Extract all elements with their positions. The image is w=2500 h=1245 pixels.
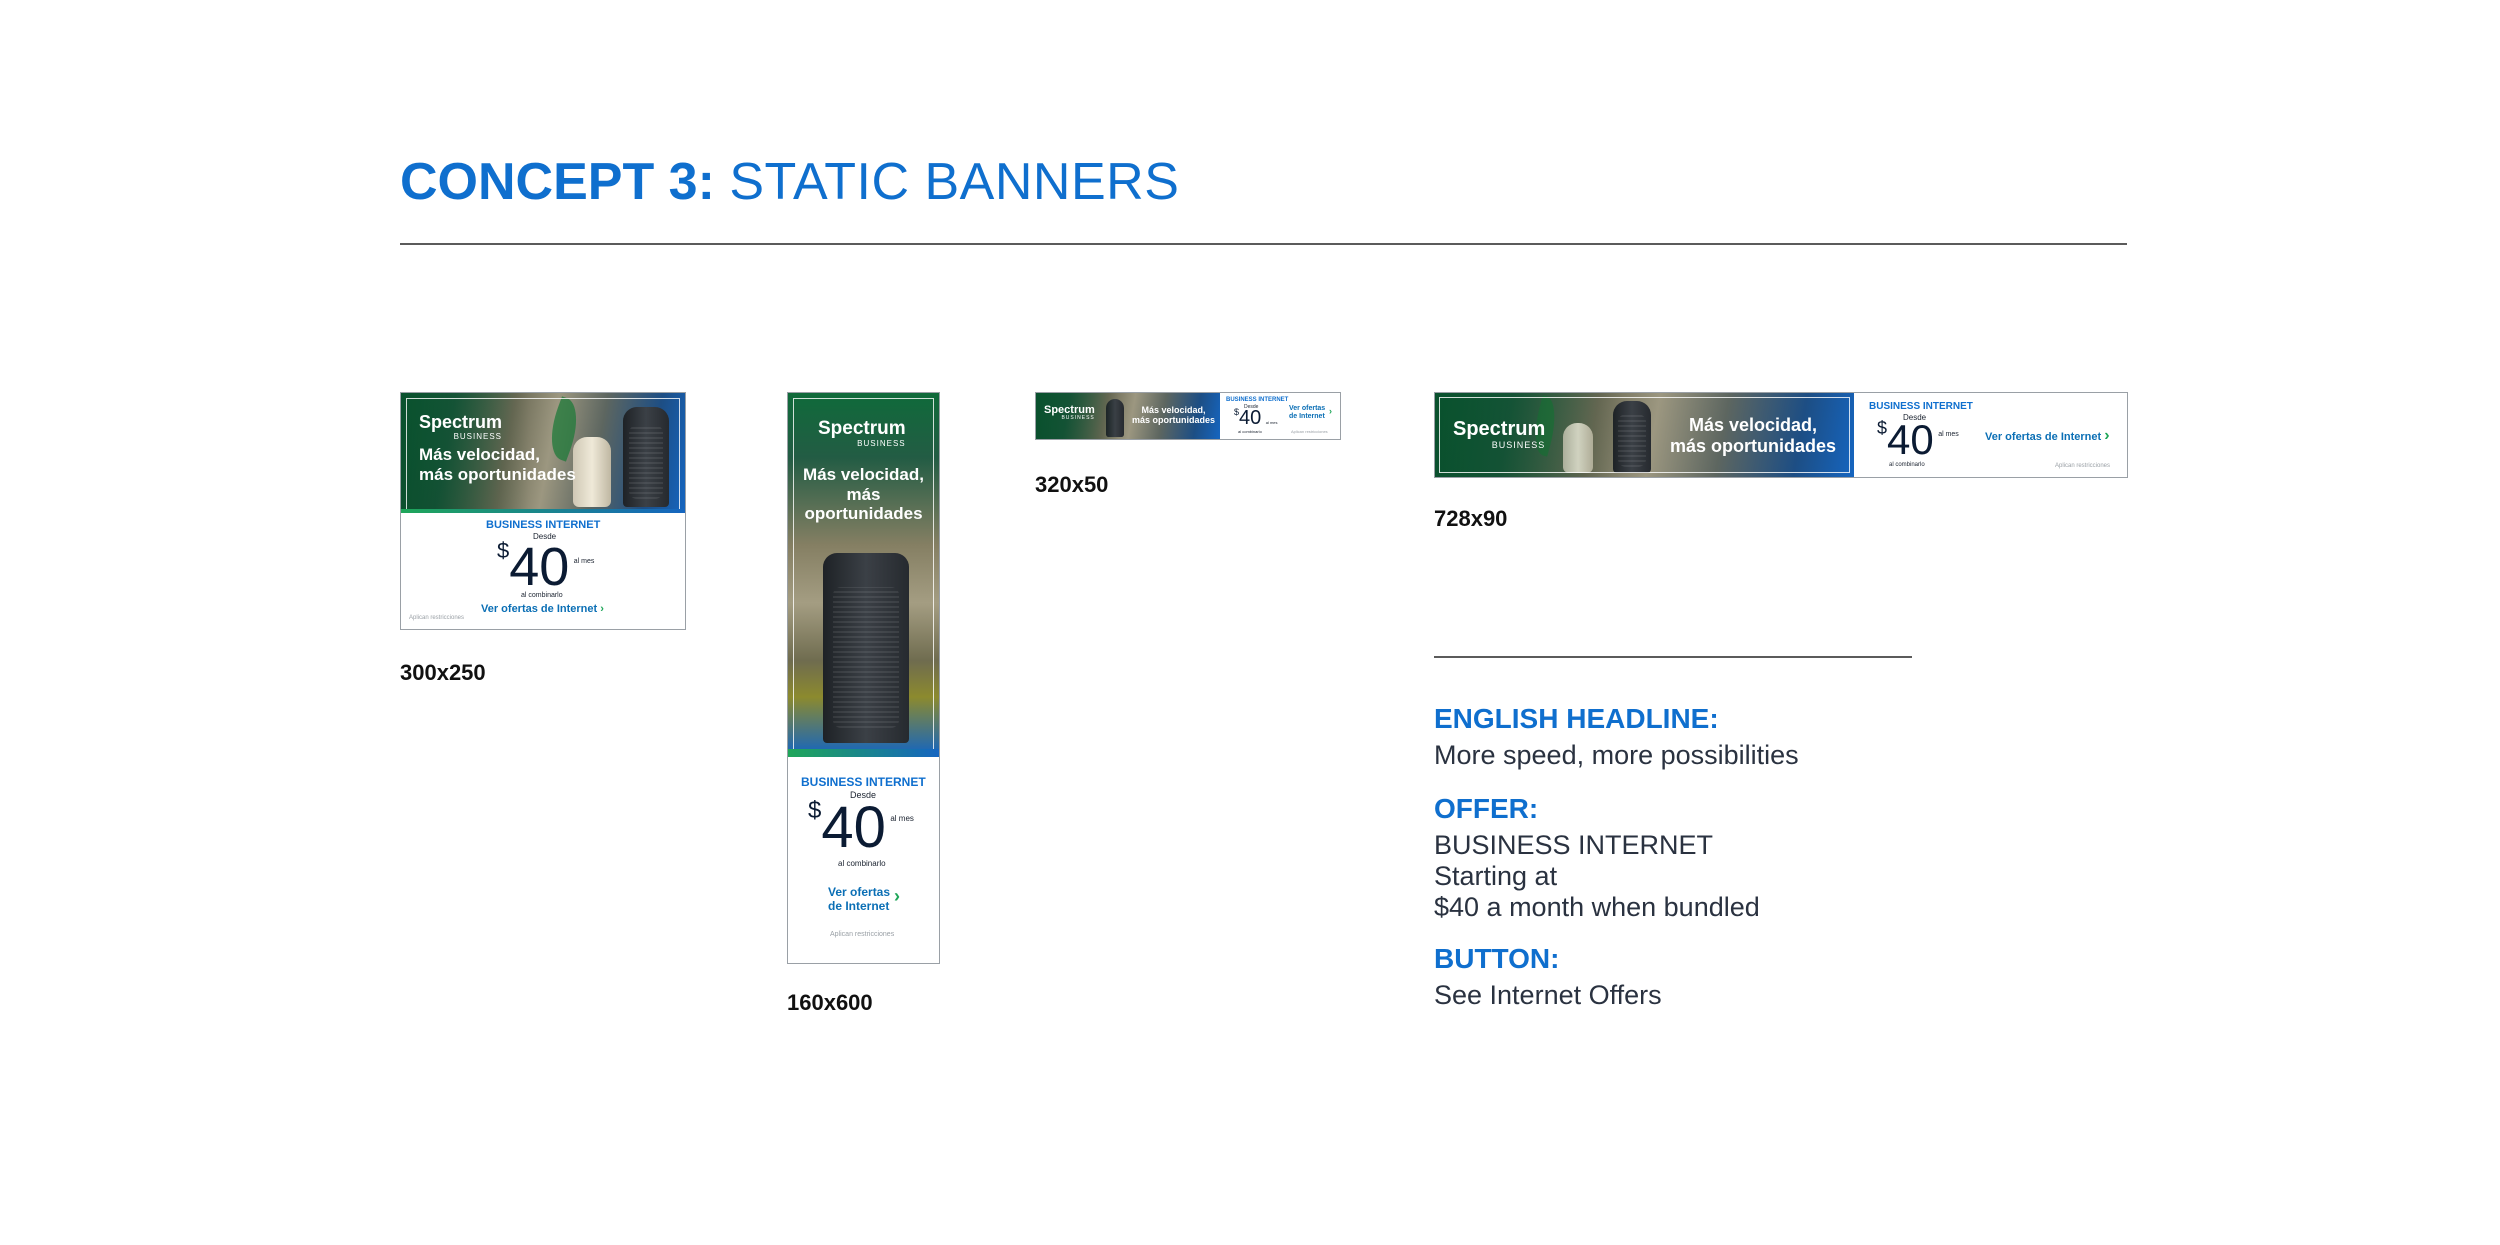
banner-headline: Más velocidad, más oportunidades: [1670, 415, 1837, 456]
price: $40 al mes: [1234, 407, 1278, 429]
size-label-320x50: 320x50: [1035, 472, 1109, 497]
cta-button[interactable]: Ver ofertas de Internet ›: [1985, 427, 2110, 445]
bundled-label: al combinarlo: [838, 859, 886, 868]
title-light: STATIC BANNERS: [729, 153, 1180, 211]
product-label: BUSINESS INTERNET: [1226, 397, 1289, 403]
chevron-right-icon: ›: [894, 886, 900, 906]
banner-728x90[interactable]: Spectrum BUSINESS Más velocidad, más opo…: [1434, 392, 2128, 478]
cta-button[interactable]: Ver ofertas de Internet ›: [481, 603, 604, 615]
restrictions-text: Aplican restricciones: [830, 931, 895, 938]
spectrum-logo: Spectrum BUSINESS: [818, 418, 906, 448]
banner-300x250[interactable]: Spectrum BUSINESS Más velocidad, más opo…: [400, 392, 686, 630]
english-headline-text: More speed, more possibilities: [1434, 740, 1799, 770]
accent-stripe: [788, 749, 939, 757]
price: $40 al mes: [808, 795, 914, 860]
button-text: See Internet Offers: [1434, 980, 1662, 1010]
banner-320x50[interactable]: Spectrum BUSINESS Más velocidad, más opo…: [1035, 392, 1341, 440]
chevron-right-icon: ›: [600, 603, 604, 615]
price: $40 al mes: [497, 537, 595, 597]
restrictions-text: Aplican restricciones: [1291, 429, 1328, 434]
size-label-728x90: 728x90: [1434, 506, 1508, 531]
title-bold: CONCEPT 3:: [400, 153, 715, 211]
restrictions-text: Aplican restricciones: [2055, 463, 2111, 469]
restrictions-text: Aplican restricciones: [409, 615, 465, 621]
size-label-300x250: 300x250: [400, 660, 486, 685]
spectrum-logo: Spectrum BUSINESS: [1044, 404, 1095, 421]
offer-label: OFFER:: [1434, 793, 1539, 824]
title-divider: [400, 243, 2127, 245]
page-title: CONCEPT 3: STATIC BANNERS: [400, 150, 1179, 214]
bundled-label: al combinarlo: [1238, 429, 1262, 434]
bundled-label: al combinarlo: [1889, 462, 1925, 468]
spectrum-logo: Spectrum BUSINESS: [1453, 418, 1546, 450]
copy-divider: [1434, 656, 1912, 658]
banner-headline: Más velocidad, más oportunidades: [803, 465, 924, 524]
accent-stripe: [401, 509, 685, 513]
cta-button[interactable]: Ver ofertas de Internet ›: [1289, 405, 1332, 421]
chevron-right-icon: ›: [1329, 406, 1332, 416]
price: $40 al mes: [1877, 416, 1959, 463]
product-label: BUSINESS INTERNET: [486, 519, 601, 531]
spectrum-logo: Spectrum BUSINESS: [419, 412, 503, 441]
bundled-label: al combinarlo: [521, 592, 563, 599]
offer-text: BUSINESS INTERNET Starting at $40 a mont…: [1434, 830, 1760, 922]
button-label: BUTTON:: [1434, 943, 1560, 974]
product-label: BUSINESS INTERNET: [1869, 401, 1973, 412]
banner-headline: Más velocidad, más oportunidades: [419, 445, 576, 484]
english-headline-label: ENGLISH HEADLINE:: [1434, 703, 1719, 734]
cta-button[interactable]: Ver ofertas de Internet ›: [828, 885, 900, 913]
banner-headline: Más velocidad, más oportunidades: [1132, 405, 1216, 426]
chevron-right-icon: ›: [2104, 427, 2110, 444]
size-label-160x600: 160x600: [787, 990, 873, 1015]
banner-160x600[interactable]: Spectrum BUSINESS Más velocidad, más opo…: [787, 392, 940, 964]
product-label: BUSINESS INTERNET: [801, 775, 926, 789]
